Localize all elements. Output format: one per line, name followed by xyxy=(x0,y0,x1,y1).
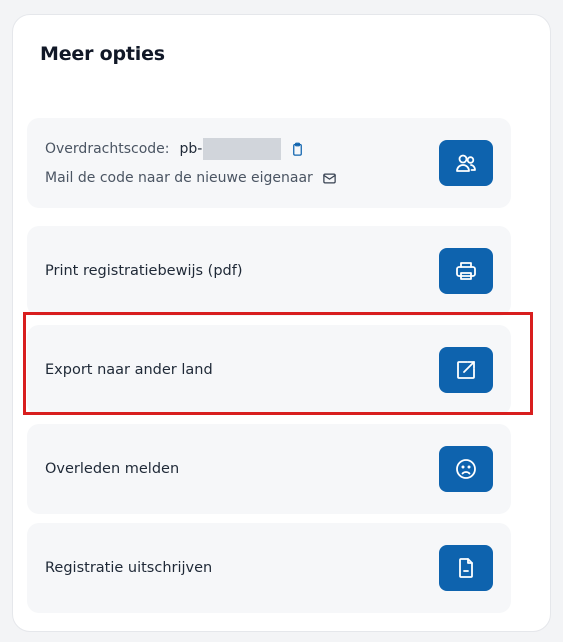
transfer-code-row: Overdrachtscode: pb- Mail de code naar d… xyxy=(27,118,511,208)
transfer-code-redacted xyxy=(203,138,282,160)
transfer-owner-button[interactable] xyxy=(439,140,493,186)
clipboard-icon[interactable] xyxy=(290,142,305,157)
mail-code-link[interactable]: Mail de code naar de nieuwe eigenaar xyxy=(45,170,337,186)
sad-face-icon xyxy=(454,457,478,481)
mail-code-label: Mail de code naar de nieuwe eigenaar xyxy=(45,170,313,186)
print-registration-label: Print registratiebewijs (pdf) xyxy=(45,263,243,279)
deregister-label: Registratie uitschrijven xyxy=(45,560,213,576)
print-registration-row[interactable]: Print registratiebewijs (pdf) xyxy=(27,226,511,316)
panel-title: Meer opties xyxy=(40,43,165,65)
report-deceased-label: Overleden melden xyxy=(45,461,180,477)
report-deceased-button[interactable] xyxy=(439,446,493,492)
transfer-code-prefix: pb- xyxy=(179,141,203,157)
highlight-box xyxy=(23,312,533,415)
report-deceased-row[interactable]: Overleden melden xyxy=(27,424,511,514)
envelope-icon xyxy=(322,171,337,186)
printer-icon xyxy=(454,259,478,283)
transfer-code-label: Overdrachtscode: xyxy=(45,141,170,157)
deregister-button[interactable] xyxy=(439,545,493,591)
users-icon xyxy=(454,151,478,175)
deregister-row[interactable]: Registratie uitschrijven xyxy=(27,523,511,613)
print-registration-button[interactable] xyxy=(439,248,493,294)
document-minus-icon xyxy=(454,556,478,580)
transfer-code-line: Overdrachtscode: pb- xyxy=(45,138,305,160)
